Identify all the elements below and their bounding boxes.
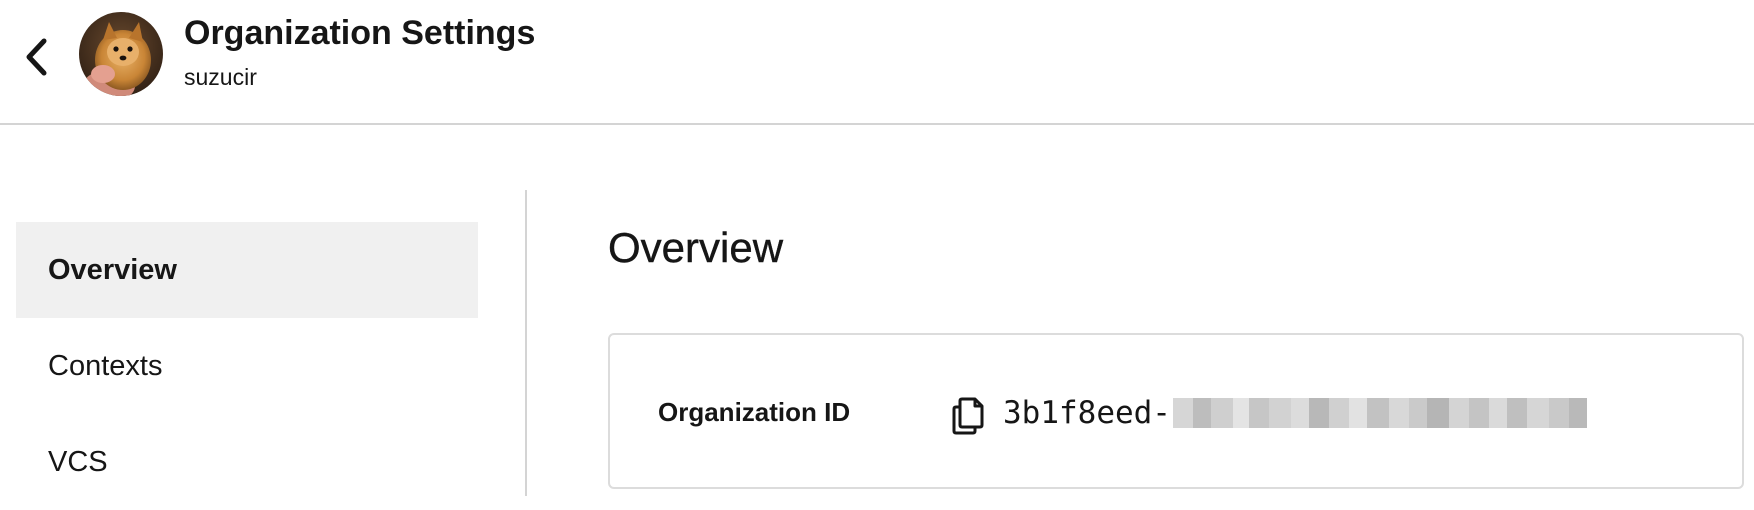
settings-sidebar: Overview Contexts VCS — [16, 222, 478, 510]
page-title: Organization Settings — [184, 14, 536, 52]
sidebar-item-overview[interactable]: Overview — [16, 222, 478, 318]
back-button[interactable] — [16, 34, 56, 80]
organization-id-prefix: 3b1f8eed- — [1003, 395, 1171, 431]
sidebar-item-label: Contexts — [48, 349, 163, 382]
redacted-id-segment — [1172, 396, 1587, 430]
organization-name: suzucir — [184, 64, 257, 90]
section-title: Overview — [608, 224, 784, 271]
sidebar-item-label: VCS — [48, 445, 108, 478]
copy-button[interactable] — [948, 393, 988, 437]
organization-id-card: Organization ID 3b1f8eed- — [608, 333, 1744, 489]
copy-icon — [952, 397, 984, 435]
chevron-left-icon — [26, 38, 47, 76]
organization-id-label: Organization ID — [658, 397, 851, 427]
page-header: Organization Settings suzucir — [0, 0, 1754, 125]
organization-id-value: 3b1f8eed- — [1003, 395, 1587, 431]
sidebar-item-contexts[interactable]: Contexts — [16, 318, 478, 414]
sidebar-item-label: Overview — [48, 253, 177, 286]
sidebar-divider — [525, 190, 527, 496]
avatar — [79, 12, 163, 96]
